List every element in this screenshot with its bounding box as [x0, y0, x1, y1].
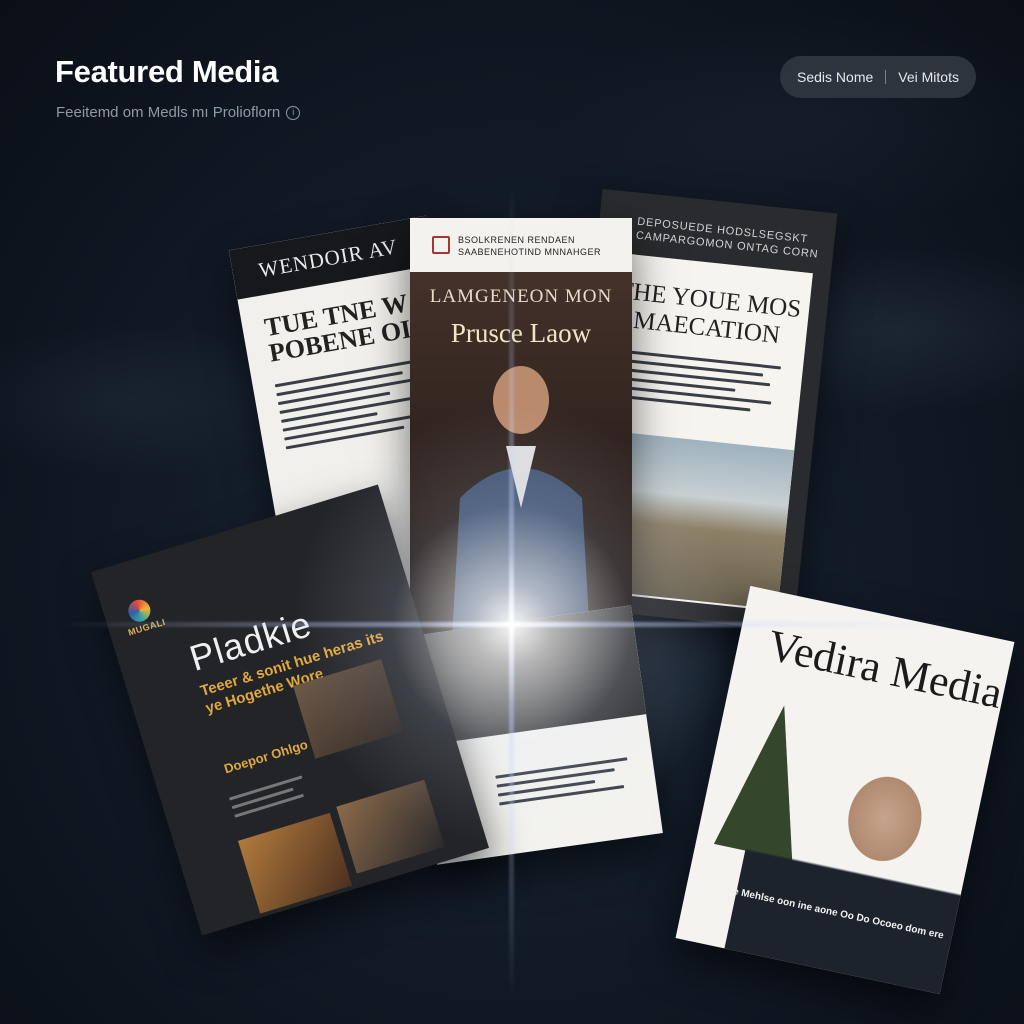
portrait-figure — [452, 366, 590, 638]
text-lines — [228, 774, 313, 823]
text-lines — [614, 349, 789, 421]
card-title: Vedira Media — [763, 620, 1007, 718]
toggle-divider — [885, 70, 887, 84]
toggle-left-button[interactable]: Sedis Nome — [797, 69, 873, 85]
toggle-right-button[interactable]: Vei Mitots — [898, 69, 959, 85]
card-kicker: LAMGENEON MON — [429, 286, 613, 307]
view-toggle: Sedis Nome Vei Mitots — [780, 56, 976, 98]
publisher-logo-icon — [432, 236, 450, 254]
page-subtitle-text: Feeitemd om Medls mı Prolioflorn — [56, 104, 281, 121]
info-icon[interactable]: i — [286, 105, 301, 120]
card-photo — [336, 779, 445, 874]
card-title: Prusce Laow — [450, 318, 592, 348]
page-subtitle: Feeitemd om Medls mı Prolioflorn i — [56, 104, 301, 121]
media-card-center[interactable]: BSOLKRENEN RENDAEN SAABENEHOTIND MNNAHGE… — [410, 218, 632, 638]
card-title: THE YOUE MOS MAECATION — [616, 277, 803, 350]
page-title: Featured Media — [55, 54, 279, 89]
text-lines — [495, 756, 639, 811]
